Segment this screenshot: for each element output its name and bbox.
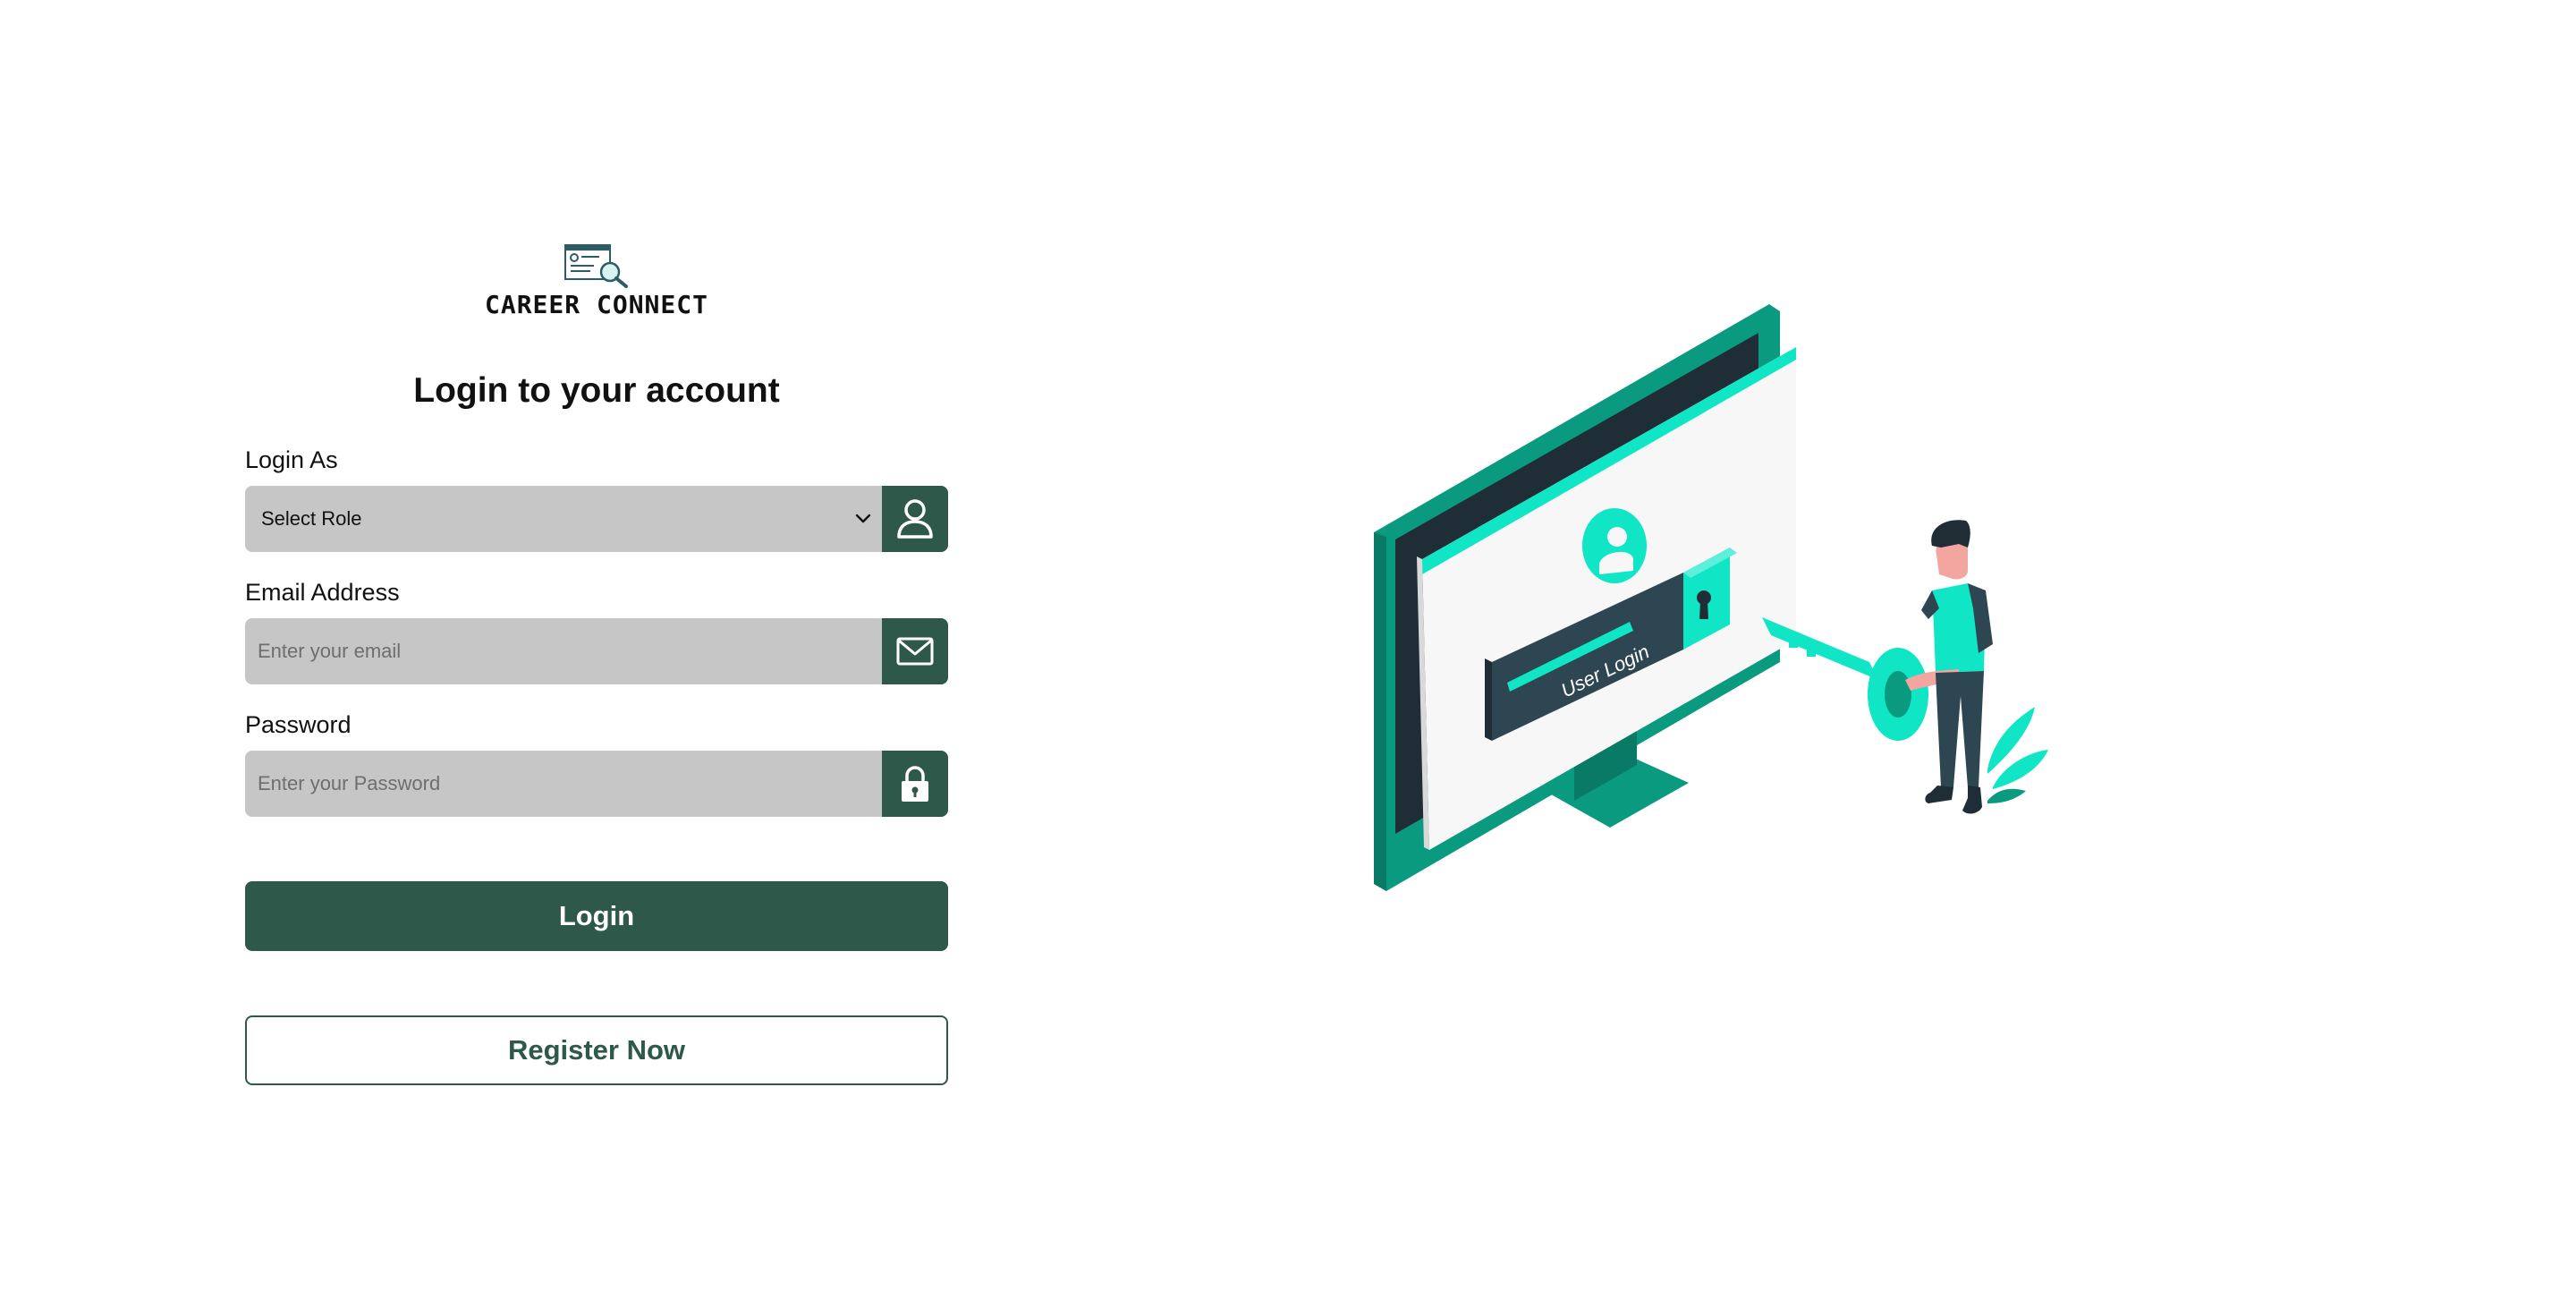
resume-search-icon	[564, 244, 628, 288]
role-select[interactable]: Select Role	[245, 486, 948, 552]
role-icon-box	[882, 486, 948, 552]
chevron-down-icon[interactable]	[853, 509, 873, 529]
role-label: Login As	[245, 446, 338, 473]
email-icon-box	[882, 618, 948, 684]
password-label: Password	[245, 711, 352, 738]
login-form: CAREER CONNECT Login to your account Log…	[245, 242, 948, 1085]
email-label: Email Address	[245, 579, 400, 606]
brand-name: CAREER CONNECT	[484, 290, 708, 319]
login-illustration: User Login	[1374, 304, 2048, 891]
brand: CAREER CONNECT	[245, 242, 948, 319]
password-input[interactable]	[245, 751, 882, 817]
password-input-box[interactable]	[245, 751, 882, 817]
password-icon-box	[882, 751, 948, 817]
lock-icon	[902, 766, 928, 802]
mail-icon	[896, 637, 934, 666]
plant-decoration	[1987, 707, 2048, 803]
email-input[interactable]	[245, 618, 882, 684]
password-field: Password	[245, 711, 948, 817]
role-field: Login As Select Role	[245, 446, 948, 552]
login-page: CAREER CONNECT Login to your account Log…	[0, 0, 2576, 1308]
password-input-row	[245, 751, 948, 817]
email-field: Email Address	[245, 579, 948, 684]
register-button[interactable]: Register Now	[245, 1015, 948, 1085]
email-input-box[interactable]	[245, 618, 882, 684]
role-select-value: Select Role	[261, 507, 362, 530]
login-button[interactable]: Login	[245, 881, 948, 951]
email-input-row	[245, 618, 948, 684]
role-select-box[interactable]: Select Role	[245, 486, 882, 552]
page-title: Login to your account	[413, 371, 780, 410]
user-icon	[897, 499, 933, 539]
